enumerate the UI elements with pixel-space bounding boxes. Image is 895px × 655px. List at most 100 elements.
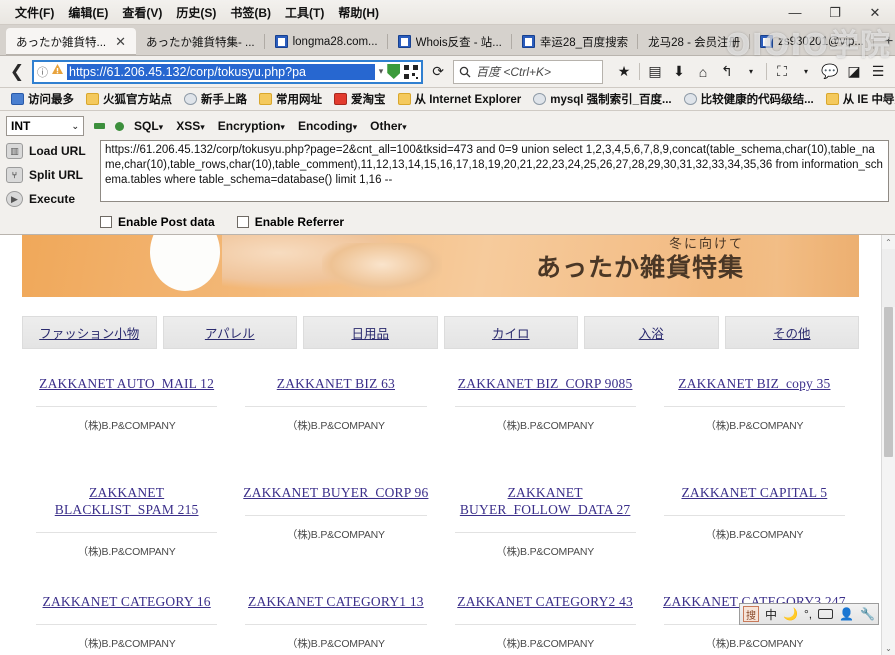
bookmark-item-5[interactable]: 从 Internet Explorer bbox=[393, 91, 527, 107]
ime-logo-icon[interactable]: 搜 bbox=[742, 606, 759, 622]
page-info-icon[interactable]: ⓘ bbox=[37, 64, 48, 80]
scroll-down-button[interactable]: ⌄ bbox=[882, 641, 895, 655]
url-dropdown-icon[interactable]: ▾ bbox=[379, 66, 384, 77]
scroll-up-button[interactable]: ⌃ bbox=[882, 235, 895, 249]
enable-post-data-checkbox[interactable]: Enable Post data bbox=[100, 215, 215, 229]
window-controls: — ❐ ✕ bbox=[775, 0, 895, 25]
result-link-8[interactable]: ZAKKANET CATEGORY 16 bbox=[32, 593, 221, 610]
category-button-fashion[interactable]: ファッション小物 bbox=[22, 316, 157, 349]
history-back-icon[interactable]: ↰ bbox=[716, 61, 738, 83]
new-tab-button[interactable]: + bbox=[874, 28, 895, 55]
checkbox-box-post[interactable] bbox=[100, 216, 112, 228]
scroll-track[interactable] bbox=[882, 249, 895, 307]
execute-button[interactable]: ▶ Execute bbox=[6, 188, 92, 210]
nav-icon-group: ★ ▤ ⬇ ⌂ ↰ ▾ ⛶ ▾ 💬 ◪ ☰ bbox=[607, 61, 889, 83]
hackbar-url-textarea[interactable]: https://61.206.45.132/corp/tokusyu.php?p… bbox=[100, 140, 889, 202]
tab-close-icon[interactable]: ✕ bbox=[115, 34, 126, 50]
wrench-icon[interactable]: 🔧 bbox=[860, 607, 875, 621]
category-button-daily[interactable]: 日用品 bbox=[303, 316, 438, 349]
ime-punctuation-button[interactable]: °, bbox=[804, 607, 812, 621]
menu-item-help[interactable]: 帮助(H) bbox=[331, 2, 386, 23]
result-link-1[interactable]: ZAKKANET BIZ 63 bbox=[241, 375, 430, 392]
maximize-button[interactable]: ❐ bbox=[815, 0, 855, 25]
bookmark-icon-0 bbox=[11, 93, 24, 105]
edit-icon[interactable]: ◪ bbox=[843, 61, 865, 83]
bookmark-item-1[interactable]: 火狐官方站点 bbox=[81, 91, 177, 107]
caret-icon-3: ▾ bbox=[280, 122, 285, 132]
split-url-button[interactable]: ⑂ Split URL bbox=[6, 164, 92, 186]
bookmark-item-6[interactable]: mysql 强制索引_百度... bbox=[528, 91, 676, 107]
category-button-bath[interactable]: 入浴 bbox=[584, 316, 719, 349]
category-button-kairo[interactable]: カイロ bbox=[443, 316, 578, 349]
hackbar-menu-encoding[interactable]: Encoding▾ bbox=[298, 119, 357, 133]
result-link-7[interactable]: ZAKKANET CAPITAL 5 bbox=[660, 484, 849, 501]
tab-3[interactable]: Whois反查 - 站... bbox=[388, 28, 513, 55]
ime-mode-button[interactable]: 中 bbox=[765, 606, 777, 623]
user-icon[interactable]: 👤 bbox=[839, 607, 854, 621]
bookmark-item-4[interactable]: 爱淘宝 bbox=[329, 91, 391, 107]
divider-9 bbox=[245, 624, 427, 625]
bookmark-item-7[interactable]: 比较健康的代码级结... bbox=[679, 91, 819, 107]
bookmarks-overflow-button[interactable]: » bbox=[882, 92, 889, 106]
library-icon[interactable]: ▤ bbox=[644, 61, 666, 83]
minimize-button[interactable]: — bbox=[775, 0, 815, 25]
menu-item-history[interactable]: 历史(S) bbox=[169, 2, 223, 23]
menu-item-tools[interactable]: 工具(T) bbox=[278, 2, 331, 23]
keyboard-icon[interactable] bbox=[818, 609, 834, 619]
star-icon[interactable]: ★ bbox=[613, 61, 635, 83]
url-bar[interactable]: ⓘ https://61.206.45.132/corp/tokusyu.php… bbox=[32, 59, 424, 84]
tab-5[interactable]: 龙马28 - 会员注册 bbox=[638, 28, 751, 55]
tab-4[interactable]: 幸运28_百度搜索 bbox=[512, 28, 639, 55]
hackbar-type-select[interactable]: INT ⌄ bbox=[6, 116, 84, 136]
menu-item-bookmarks[interactable]: 书签(B) bbox=[223, 2, 278, 23]
result-link-2[interactable]: ZAKKANET BIZ_CORP 9085 bbox=[451, 375, 640, 392]
checkbox-box-referrer[interactable] bbox=[236, 216, 249, 228]
menu-item-edit[interactable]: 编辑(E) bbox=[61, 2, 115, 23]
reload-button[interactable]: ⟳ bbox=[427, 63, 449, 80]
menu-item-view[interactable]: 查看(V) bbox=[115, 2, 169, 23]
dropdown-caret-icon[interactable]: ▾ bbox=[740, 61, 762, 83]
enable-referrer-checkbox[interactable]: Enable Referrer bbox=[236, 215, 344, 229]
menu-item-file[interactable]: 文件(F) bbox=[8, 2, 61, 23]
close-button[interactable]: ✕ bbox=[855, 0, 895, 25]
result-link-6[interactable]: ZAKKANET BUYER_FOLLOW_DATA 27 bbox=[451, 484, 640, 518]
bookmark-item-0[interactable]: 访问最多 bbox=[6, 91, 79, 107]
search-bar[interactable]: 百度 <Ctrl+K> bbox=[453, 59, 603, 84]
download-icon[interactable]: ⬇ bbox=[668, 61, 690, 83]
divider-2 bbox=[454, 406, 636, 407]
result-link-4[interactable]: ZAKKANET BLACKLIST_SPAM 215 bbox=[32, 484, 221, 518]
bookmark-item-3[interactable]: 常用网址 bbox=[254, 91, 327, 107]
chat-icon[interactable]: 💬 bbox=[819, 61, 841, 83]
tab-1[interactable]: あったか雑貨特集- ... bbox=[136, 28, 265, 55]
bookmark-item-2[interactable]: 新手上路 bbox=[179, 91, 252, 107]
url-text[interactable]: https://61.206.45.132/corp/tokusyu.php?p… bbox=[67, 63, 375, 80]
caret-icon-2: ▾ bbox=[200, 122, 205, 132]
search-input[interactable]: 百度 <Ctrl+K> bbox=[476, 63, 551, 80]
ime-toolbar[interactable]: 搜 中 🌙 °, 👤 🔧 bbox=[738, 603, 879, 625]
result-link-9[interactable]: ZAKKANET CATEGORY1 13 bbox=[241, 593, 430, 610]
result-link-5[interactable]: ZAKKANET BUYER_CORP 96 bbox=[241, 484, 430, 501]
category-button-apparel[interactable]: アパレル bbox=[162, 316, 297, 349]
back-button[interactable]: ❮ bbox=[6, 61, 28, 83]
hackbar-menu-encryption[interactable]: Encryption▾ bbox=[218, 119, 285, 133]
screenshot-icon[interactable]: ⛶ bbox=[771, 61, 793, 83]
hackbar-menu-other[interactable]: Other▾ bbox=[370, 119, 407, 133]
tab-0[interactable]: あったか雑貨特... ✕ bbox=[6, 28, 136, 55]
scroll-thumb[interactable] bbox=[884, 307, 893, 457]
result-link-0[interactable]: ZAKKANET AUTO_MAIL 12 bbox=[32, 375, 221, 392]
vertical-scrollbar[interactable]: ⌃ ⌄ bbox=[881, 235, 895, 655]
moon-icon[interactable]: 🌙 bbox=[783, 607, 798, 621]
hackbar-menu-sql[interactable]: SQL▾ bbox=[134, 119, 163, 133]
tab-6[interactable]: zs930201@vip... bbox=[750, 28, 874, 55]
result-link-10[interactable]: ZAKKANET CATEGORY2 43 bbox=[451, 593, 640, 610]
dropdown-caret-icon-2[interactable]: ▾ bbox=[795, 61, 817, 83]
result-link-3[interactable]: ZAKKANET BIZ_copy 35 bbox=[660, 375, 849, 392]
shield-icon[interactable] bbox=[387, 64, 401, 79]
load-url-button[interactable]: ▥ Load URL bbox=[6, 140, 92, 162]
qr-icon[interactable] bbox=[404, 64, 419, 79]
category-button-other[interactable]: その他 bbox=[724, 316, 859, 349]
hackbar-menu-xss[interactable]: XSS▾ bbox=[176, 119, 205, 133]
tab-2[interactable]: longma28.com... bbox=[265, 28, 388, 55]
home-icon[interactable]: ⌂ bbox=[692, 61, 714, 83]
menu-icon[interactable]: ☰ bbox=[867, 61, 889, 83]
